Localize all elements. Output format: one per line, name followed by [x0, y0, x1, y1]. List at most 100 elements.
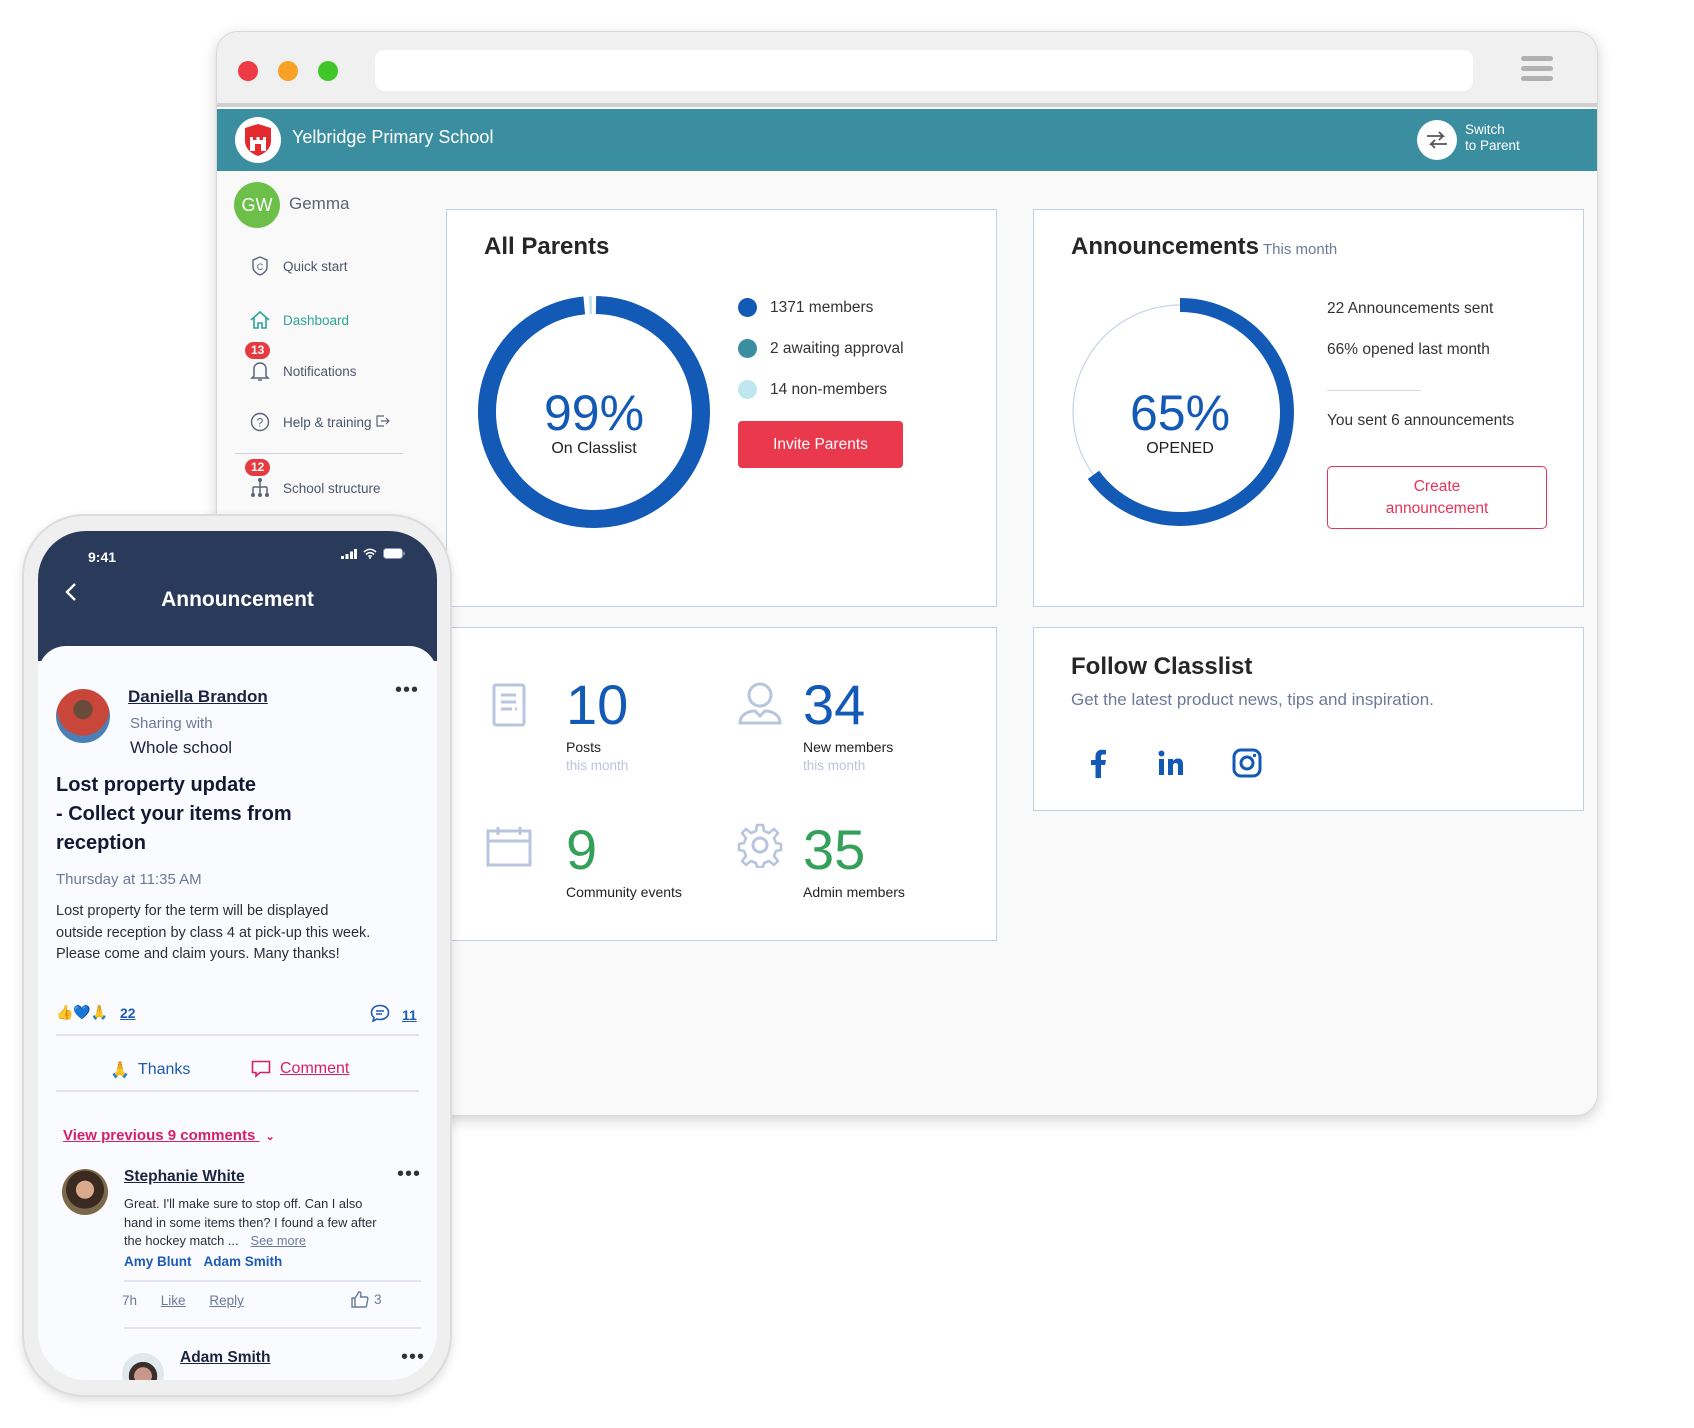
create-announcement-button[interactable]: Create announcement — [1327, 466, 1547, 529]
maximize-window-button[interactable] — [318, 61, 338, 81]
user-avatar[interactable]: GW — [234, 182, 280, 228]
post-title-line: Lost property update — [56, 774, 257, 796]
browser-chrome — [217, 32, 1597, 107]
reaction-count[interactable]: 22 — [120, 1005, 136, 1021]
comment-count[interactable]: 11 — [402, 1007, 417, 1023]
view-previous-label: View previous 9 comments — [63, 1127, 256, 1144]
more-horizontal-icon: ••• — [396, 1163, 421, 1185]
facebook-icon[interactable] — [1078, 743, 1118, 783]
announcements-subtitle: This month — [1263, 241, 1338, 258]
stat-posts: 10 Posts this month — [566, 673, 629, 774]
announcements-card: Announcements This month 65% OPENED 22 An… — [1033, 209, 1584, 607]
notification-badge: 13 — [245, 342, 271, 359]
comment-likes[interactable]: 3 — [351, 1291, 382, 1308]
badge-c-icon: C — [249, 255, 271, 277]
announcements-divider — [1327, 390, 1421, 391]
legend-members: 1371 members — [738, 298, 873, 317]
legend-dot-non-members — [738, 380, 757, 399]
close-window-button[interactable] — [238, 61, 258, 81]
follow-description: Get the latest product news, tips and in… — [1071, 690, 1434, 709]
all-parents-card: All Parents 99% On Classlist 1371 member… — [446, 209, 997, 607]
stat-sublabel: this month — [803, 758, 866, 773]
sidebar-divider — [235, 453, 403, 454]
invite-parents-button[interactable]: Invite Parents — [738, 421, 903, 468]
announcements-you-sent: You sent 6 announcements — [1327, 412, 1515, 429]
school-structure-badge: 12 — [245, 459, 271, 476]
help-circle-icon: ? — [249, 411, 271, 433]
more-horizontal-icon: ••• — [400, 1346, 425, 1368]
create-label-line1: Create — [1413, 477, 1461, 495]
tagged-user[interactable]: Adam Smith — [204, 1254, 283, 1269]
stat-value: 34 — [803, 673, 866, 736]
comment-meta: 7h Like Reply — [122, 1293, 264, 1308]
post-title-line: - Collect your items from — [56, 803, 292, 825]
instagram-icon[interactable] — [1227, 743, 1267, 783]
post-author[interactable]: Daniella Brandon — [128, 687, 268, 707]
hierarchy-icon — [249, 477, 271, 499]
sidebar-item-label: Help & training — [283, 414, 372, 430]
sidebar-item-notifications[interactable]: 13 Notifications — [245, 342, 357, 386]
commenter-avatar[interactable] — [62, 1169, 108, 1215]
battery-icon — [383, 548, 405, 559]
stat-label: Posts — [566, 739, 602, 755]
sidebar-item-help-training[interactable]: ? Help & training — [249, 407, 390, 437]
address-bar[interactable] — [375, 50, 1473, 91]
legend-label: 14 non-members — [770, 380, 888, 398]
stat-value: 35 — [803, 818, 866, 881]
switch-to-parent-button[interactable] — [1417, 120, 1457, 160]
user-name[interactable]: Gemma — [289, 194, 349, 214]
phone-header: 9:41 Announcement — [38, 531, 437, 661]
see-more-link[interactable]: See more — [251, 1233, 306, 1248]
view-previous-comments-link[interactable]: View previous 9 comments ⌄ — [63, 1127, 275, 1144]
thumbs-up-icon — [351, 1291, 369, 1308]
divider — [124, 1327, 421, 1329]
post-timestamp: Thursday at 11:35 AM — [56, 871, 202, 888]
switch-to-parent-label[interactable]: Switch to Parent — [1465, 122, 1557, 154]
linkedin-icon[interactable] — [1151, 743, 1191, 783]
user-icon — [737, 681, 783, 729]
comment-bubble-icon — [370, 1004, 390, 1027]
menu-icon[interactable] — [1521, 56, 1553, 82]
post-title: Lost property update - Collect your item… — [56, 771, 356, 858]
comment-body: Great. I'll make sure to stop off. Can I… — [124, 1195, 389, 1251]
sidebar-item-school-structure[interactable]: 12 School structure — [245, 459, 381, 503]
legend-label: 1371 members — [770, 298, 874, 316]
phone-title: Announcement — [161, 588, 314, 611]
post-title-line: reception — [56, 832, 147, 854]
all-parents-center-label: On Classlist — [551, 440, 637, 457]
legend-dot-members — [738, 298, 757, 317]
tagged-user[interactable]: Amy Blunt — [124, 1254, 192, 1269]
minimize-window-button[interactable] — [278, 61, 298, 81]
gear-icon — [737, 822, 783, 872]
app-header: Yelbridge Primary School Switch to Paren… — [217, 109, 1597, 171]
comment-more-button[interactable]: ••• — [401, 1346, 425, 1369]
comment-more-button[interactable]: ••• — [397, 1163, 421, 1186]
announcements-sent: 22 Announcements sent — [1327, 300, 1494, 317]
bell-icon — [249, 360, 271, 382]
stat-value: 10 — [566, 673, 629, 736]
comment-author[interactable]: Stephanie White — [124, 1168, 245, 1186]
reactions-emoji[interactable]: 👍💙🙏 — [56, 1004, 108, 1021]
sidebar-item-label: School structure — [283, 480, 381, 496]
school-name[interactable]: Yelbridge Primary School — [292, 127, 493, 148]
announcements-title: Announcements This month — [1071, 233, 1337, 261]
legend-non-members: 14 non-members — [738, 380, 887, 399]
thanks-button[interactable]: 🙏 Thanks — [110, 1060, 190, 1080]
stat-sublabel: this month — [566, 758, 629, 773]
divider — [124, 1280, 421, 1282]
author-avatar[interactable] — [56, 689, 110, 743]
stat-value: 9 — [566, 818, 598, 881]
thanks-label: Thanks — [137, 1061, 191, 1078]
follow-title: Follow Classlist — [1071, 653, 1253, 680]
follow-classlist-card: Follow Classlist Get the latest product … — [1033, 627, 1584, 811]
comment-button[interactable]: Comment — [251, 1060, 349, 1078]
reply-link[interactable]: Reply — [209, 1293, 244, 1308]
sidebar-item-dashboard[interactable]: Dashboard — [249, 305, 349, 335]
comment-label: Comment — [280, 1060, 350, 1077]
post-more-button[interactable]: ••• — [395, 679, 419, 702]
like-link[interactable]: Like — [161, 1293, 186, 1308]
post-body: Lost property for the term will be displ… — [56, 903, 371, 962]
stats-card: 10 Posts this month 34 New members this … — [446, 627, 997, 941]
sidebar-item-quick-start[interactable]: C Quick start — [249, 251, 348, 281]
comment-author[interactable]: Adam Smith — [180, 1349, 270, 1367]
